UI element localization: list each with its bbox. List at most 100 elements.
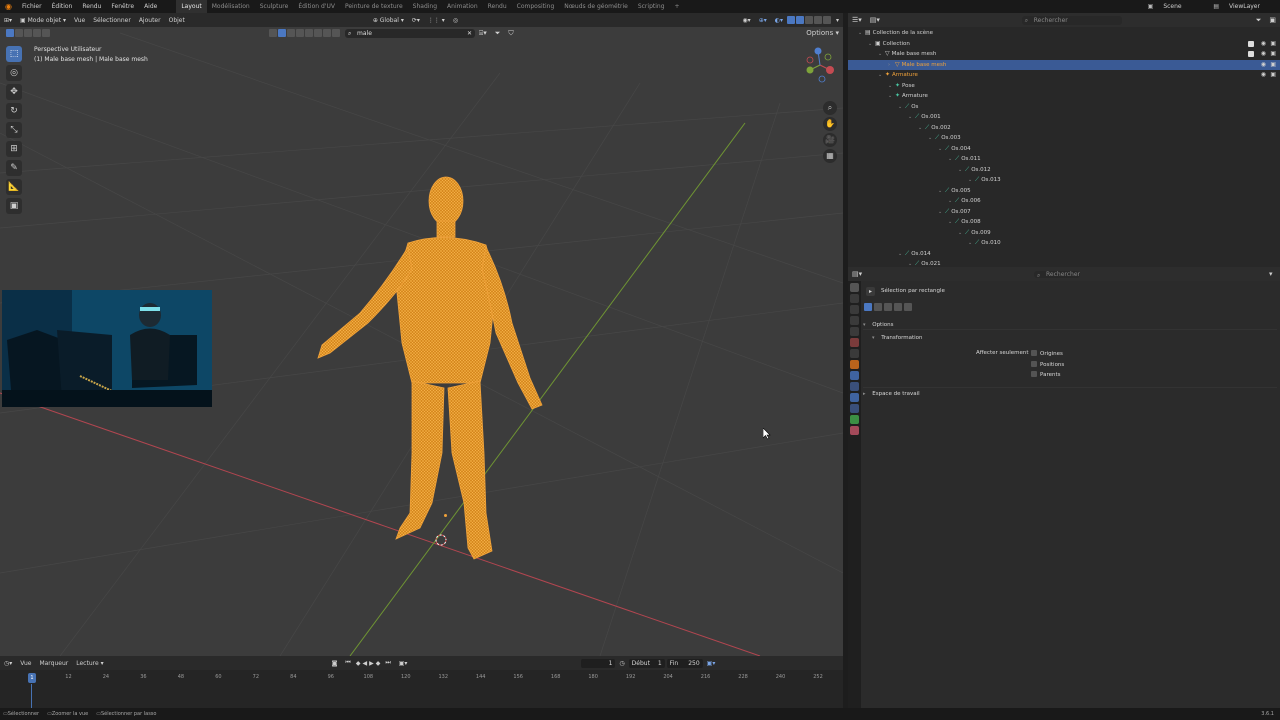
transformation-subsection-header[interactable]: ▾ Transformation (872, 333, 1277, 343)
timeline-menu-marker[interactable]: Marqueur (35, 660, 72, 667)
outliner-row[interactable]: ⌄ ⟋ Os.004 (848, 144, 1280, 155)
eye-icon[interactable]: ◉ (1261, 60, 1266, 71)
current-frame-indicator[interactable]: 1 (28, 673, 36, 683)
menu-edit[interactable]: Édition (47, 3, 78, 10)
outliner-row[interactable]: ⌄ ⟋ Os.021 (848, 259, 1280, 267)
properties-search-input[interactable]: ⌕ Rechercher (1034, 271, 1080, 279)
tab-data-icon[interactable] (850, 415, 859, 424)
pivot-icon[interactable]: ⟳▾ (408, 17, 424, 24)
chevron-down-icon[interactable]: ⌄ (898, 249, 903, 260)
menu-object[interactable]: Objet (165, 17, 189, 24)
tab-constraints-icon[interactable] (850, 404, 859, 413)
viewport-search-input[interactable]: ⌕ male ✕ (345, 28, 475, 38)
chevron-down-icon[interactable]: ⌄ (948, 196, 953, 207)
tab-object-icon[interactable] (850, 360, 859, 369)
play-icon[interactable]: ▶ (368, 660, 375, 667)
outliner-row[interactable]: ⌄ ⟋ Os.005 (848, 186, 1280, 197)
tab-tool-icon[interactable] (850, 283, 859, 292)
timeline-menu-view[interactable]: Vue (16, 660, 35, 667)
menu-view[interactable]: Vue (70, 17, 89, 24)
shading-rendered-icon[interactable] (822, 16, 831, 24)
select-mode-extend-icon[interactable] (15, 29, 23, 37)
tab-layout[interactable]: Layout (176, 0, 207, 13)
mode-extend-icon[interactable] (874, 303, 882, 311)
chevron-down-icon[interactable]: ⌄ (928, 133, 933, 144)
tab-scene-icon[interactable] (850, 327, 859, 336)
menu-render[interactable]: Rendu (77, 3, 106, 10)
outliner-row[interactable]: ⌄ ⟋ Os.001 (848, 112, 1280, 123)
eye-icon[interactable]: ◉ (1261, 70, 1266, 81)
chevron-down-icon[interactable]: ⌄ (908, 259, 913, 267)
timeline-menu-playback[interactable]: Lecture ▾ (72, 660, 107, 667)
filter-other-icon[interactable] (332, 29, 340, 37)
add-workspace-icon[interactable]: + (670, 0, 685, 13)
workspace-section-header[interactable]: ▸ Espace de travail (863, 387, 1277, 397)
shield-icon[interactable]: ⛉ (504, 29, 517, 38)
tab-uv-editing[interactable]: Édition d'UV (293, 0, 340, 13)
filter-funnel-icon[interactable]: ⏷ (1252, 16, 1266, 25)
chevron-down-icon[interactable]: ⌄ (958, 165, 963, 176)
chevron-down-icon[interactable]: ⌄ (958, 228, 963, 239)
affect-positions-checkbox[interactable]: Positions (1031, 360, 1064, 368)
select-mode-invert-icon[interactable] (33, 29, 41, 37)
outliner-row[interactable]: ⌄ ⟋ Os.006 (848, 196, 1280, 207)
camera-render-icon[interactable]: ▣ (1270, 39, 1276, 50)
3d-viewport[interactable]: ⊞▾ ▣ Mode objet ▾ Vue Sélectionner Ajout… (0, 13, 843, 656)
camera-render-icon[interactable]: ▣ (1270, 49, 1276, 60)
filter-mesh-icon[interactable] (269, 29, 277, 37)
chevron-down-icon[interactable]: ⌄ (938, 144, 943, 155)
chevron-down-icon[interactable]: ⌄ (918, 123, 923, 134)
timeline-editor[interactable]: ◷▾ Vue Marqueur Lecture ▾ ◙ ⏮ ◆ ◀ ▶ ◆ ⏭ … (0, 656, 843, 708)
shading-options-icon[interactable]: ▾ (832, 17, 843, 24)
blender-logo-icon[interactable]: ◉ (0, 2, 17, 11)
chevron-down-icon[interactable]: ⌄ (968, 238, 973, 249)
view-layer-selector[interactable]: ViewLayer (1224, 3, 1280, 10)
outliner-row[interactable]: ⌄ ⟋ Os.013 (848, 175, 1280, 186)
options-section-header[interactable]: ▾ Options (863, 320, 1277, 330)
xray-toggle-icon[interactable] (786, 16, 795, 24)
object-mode-dropdown[interactable]: ▣ Mode objet ▾ (16, 17, 70, 24)
exclude-checkbox[interactable] (1248, 51, 1254, 57)
navigation-gizmo[interactable] (800, 45, 840, 85)
display-mode-icon[interactable]: ▤▾ (866, 16, 884, 24)
timeline-options-icon[interactable]: ▣▾ (703, 660, 720, 667)
timeline-ruler[interactable]: 1 11224364860728496108120132144156168180… (0, 672, 843, 684)
select-mode-new-icon[interactable] (6, 29, 14, 37)
outliner-row[interactable]: ⌄ ⟋ Os.007 (848, 207, 1280, 218)
shading-material-icon[interactable] (813, 16, 822, 24)
outliner-panel[interactable]: ☰▾ ▤▾ ⌕ Rechercher ⏷ ▣ ⌄ ▤ Collection de l… (848, 13, 1280, 267)
chevron-down-icon[interactable]: ⌄ (878, 49, 883, 60)
mode-intersect-icon[interactable] (904, 303, 912, 311)
keying-set-icon[interactable]: ▣▾ (395, 660, 412, 667)
exclude-checkbox[interactable] (1248, 40, 1254, 47)
outliner-row[interactable]: ⌄ ⟋ Os.008 (848, 217, 1280, 228)
outliner-row[interactable]: ⌄ ✦ Armature (848, 91, 1280, 102)
add-cube-tool-icon[interactable]: ▣ (6, 198, 22, 214)
select-mode-intersect-icon[interactable] (42, 29, 50, 37)
jump-end-icon[interactable]: ⏭ (381, 659, 394, 667)
visibility-icon[interactable]: ◉▾ (738, 17, 754, 24)
camera-render-icon[interactable]: ▣ (1270, 70, 1276, 81)
eye-icon[interactable]: ◉ (1261, 39, 1266, 50)
tab-output-icon[interactable] (850, 305, 859, 314)
filter-curve-icon[interactable] (287, 29, 295, 37)
tab-modifier-icon[interactable] (850, 371, 859, 380)
funnel-icon[interactable]: ⏷ (491, 29, 505, 38)
chevron-down-icon[interactable]: ⌄ (868, 39, 873, 50)
properties-options-icon[interactable]: ▾ (1265, 270, 1277, 278)
outliner-row[interactable]: ⌄ ⟋ Os.010 (848, 238, 1280, 249)
jump-prev-key-icon[interactable]: ◆ (355, 660, 362, 667)
properties-panel[interactable]: ▤▾ ⌕ Rechercher ▾ ▸ Sélection par rectan… (848, 267, 1280, 708)
outliner-row[interactable]: ⌄ ▽ Male base mesh ◉ ▣ (848, 49, 1280, 60)
outliner-search-input[interactable]: ⌕ Rechercher (1021, 15, 1122, 25)
select-mode-subtract-icon[interactable] (24, 29, 32, 37)
outliner-row[interactable]: ⌄ ⟋ Os.002 (848, 123, 1280, 134)
transform-tool-icon[interactable]: ⊞ (6, 141, 22, 157)
frame-end-field[interactable]: Fin 250 (666, 658, 703, 668)
outliner-row[interactable]: ⌄ ⟋ Os.014 (848, 249, 1280, 260)
chevron-down-icon[interactable]: ⌄ (948, 154, 953, 165)
jump-start-icon[interactable]: ⏮ (341, 659, 354, 667)
shading-wireframe-icon[interactable] (795, 16, 804, 24)
select-box-tool-icon[interactable]: ⬚ (6, 46, 22, 62)
options-dropdown[interactable]: Options ▾ (802, 29, 843, 37)
